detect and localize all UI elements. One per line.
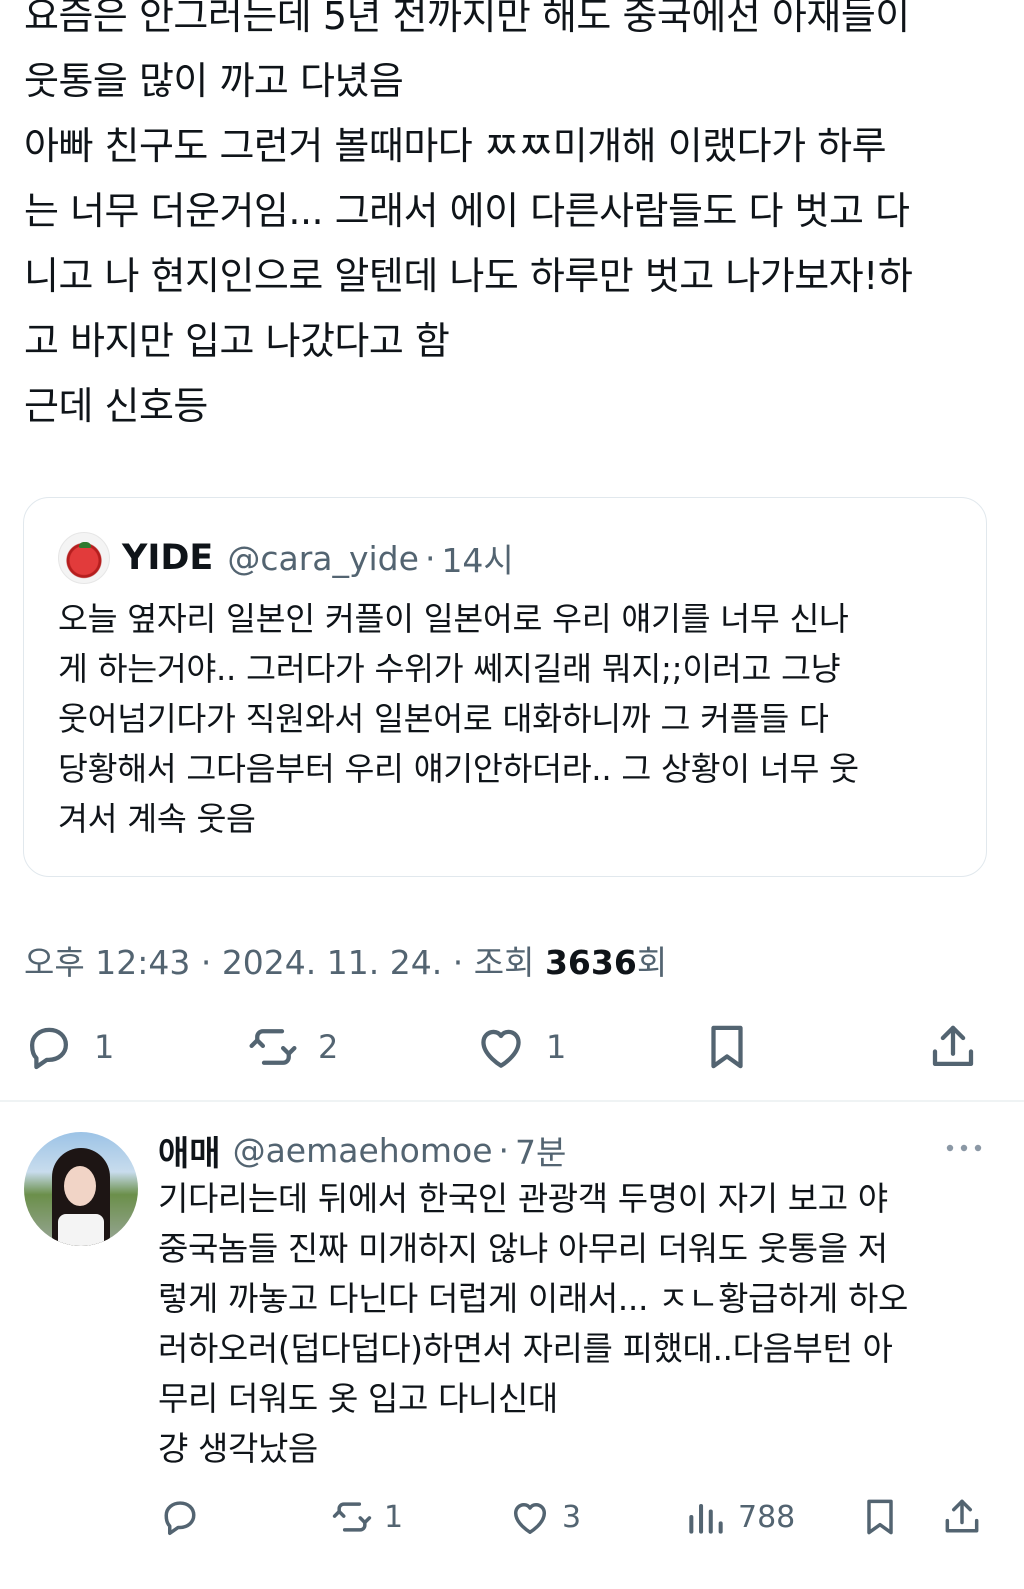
reply-text-line: 기다리는데 뒤에서 한국인 관광객 두명이 자기 보고 야 [158,1179,888,1218]
reply-action-bar: 1 3 788 [0,1489,1024,1545]
separator-dot: · [452,943,464,982]
quoted-author-handle[interactable]: @cara_yide [227,539,419,578]
views-count: 3636 [544,943,637,982]
analytics-icon [689,1503,723,1534]
reply-like-count: 3 [562,1499,582,1535]
quoted-tweet-text: 오늘 옆자리 일본인 커플이 일본어로 우리 얘기를 너무 신나 게 하는거야.… [58,594,968,844]
reply-icon [164,1501,196,1536]
like-count: 1 [546,1028,567,1066]
like-button[interactable]: 1 [474,1015,566,1079]
tweet-text-line: 근데 신호등 [24,384,208,428]
reply-text-line: 중국놈들 진짜 미개하지 않냐 아무리 더워도 웃통을 저 [158,1229,888,1268]
tweet-text-line: 웃통을 많이 까고 다녔음 [24,59,404,103]
reply-retweet-button[interactable]: 1 [330,1489,403,1545]
tweet-date[interactable]: 2024. 11. 24. [222,943,442,982]
views-label: 조회 [473,943,535,982]
views-suffix: 회 [636,943,668,982]
avatar[interactable] [24,1132,138,1246]
reply-views-count: 788 [738,1499,796,1535]
reply-text: 기다리는데 뒤에서 한국인 관광객 두명이 자기 보고 야 중국놈들 진짜 미개… [158,1174,998,1474]
tomato-icon[interactable] [58,532,110,584]
quoted-text-line: 오늘 옆자리 일본인 커플이 일본어로 우리 얘기를 너무 신나 [58,600,849,638]
quoted-author-name[interactable]: YIDE [122,538,213,578]
reply-text-line: 걍 생각났음 [158,1429,318,1468]
quoted-text-line: 당황해서 그다음부터 우리 얘기안하더라.. 그 상황이 너무 웃 [58,750,859,788]
retweet-count: 2 [318,1028,339,1066]
quoted-tweet-time[interactable]: 14시 [441,534,513,582]
quoted-text-line: 웃어넘기다가 직원와서 일본어로 대화하니까 그 커플들 다 [58,700,829,738]
retweet-icon [249,1029,297,1065]
reply-like-button[interactable]: 3 [508,1489,581,1545]
bookmark-button[interactable] [700,1015,754,1079]
reply-views-button[interactable]: 788 [684,1489,795,1545]
reply-author-handle[interactable]: @aemaehomoe [233,1131,493,1170]
tweet-text-line: 니고 나 현지인으로 알텐데 나도 하루만 벗고 나가보자!하 [24,254,913,298]
more-options-icon[interactable] [944,1138,984,1158]
reply-icon [29,1027,69,1070]
reply-text-line: 렇게 까놓고 다닌다 더럽게 이래서... ㅈㄴ황급하게 하오 [158,1279,908,1318]
separator-dot: · [498,1130,510,1170]
tweet-text-line: 는 너무 더운거임... 그래서 에이 다른사람들도 다 벗고 다 [24,189,910,233]
heart-icon [481,1029,521,1068]
tweet-time[interactable]: 오후 12:43 [24,943,190,982]
separator-dot: · [424,538,436,578]
reply-time[interactable]: 7분 [515,1126,566,1174]
quoted-tweet-header: YIDE @cara_yide · 14시 [58,530,514,586]
reply-count: 1 [94,1028,115,1066]
reply-reply-button[interactable] [158,1489,212,1545]
separator-dot: · [200,943,212,982]
reply-text-line: 러하오러(덥다덥다)하면서 자리를 피했대..다음부턴 아 [158,1329,893,1368]
reply-text-line: 무리 더워도 옷 입고 다니신대 [158,1379,558,1418]
reply-button[interactable]: 1 [22,1015,114,1079]
retweet-button[interactable]: 2 [246,1015,338,1079]
tweet-meta: 오후 12:43 · 2024. 11. 24. · 조회 3636회 [24,936,667,984]
tweet-text-line: 고 바지만 입고 나갔다고 함 [24,319,450,363]
share-icon [932,1025,974,1067]
reply-retweet-count: 1 [384,1499,404,1535]
quoted-tweet-card[interactable]: YIDE @cara_yide · 14시 오늘 옆자리 일본인 커플이 일본어… [23,497,987,877]
tweet-text: 요즘은 안그러는데 5년 전까지만 해도 중국에선 아재들이 웃통을 많이 까고… [24,0,1004,439]
reply-author-name[interactable]: 애매 [158,1126,221,1175]
heart-icon [513,1502,547,1534]
share-icon [945,1499,979,1533]
quoted-text-line: 겨서 계속 웃음 [58,800,256,838]
reply-header: 애매 @aemaehomoe · 7분 [158,1126,566,1174]
tweet-action-bar: 1 2 1 [0,1015,1024,1079]
quoted-text-line: 게 하는거야.. 그러다가 수위가 쎄지길래 뭐지;;이러고 그냥 [58,650,841,688]
tweet-text-line: 아빠 친구도 그런거 볼때마다 ㅉㅉ미개해 이랬다가 하루 [24,124,887,168]
share-button[interactable] [926,1015,980,1079]
bookmark-icon [867,1499,893,1535]
retweet-icon [332,1502,372,1532]
reply-bookmark-button[interactable] [858,1489,902,1545]
bookmark-icon [711,1025,743,1069]
reply-share-button[interactable] [940,1489,984,1545]
tweet-text-line: 요즘은 안그러는데 5년 전까지만 해도 중국에선 아재들이 [24,0,910,38]
